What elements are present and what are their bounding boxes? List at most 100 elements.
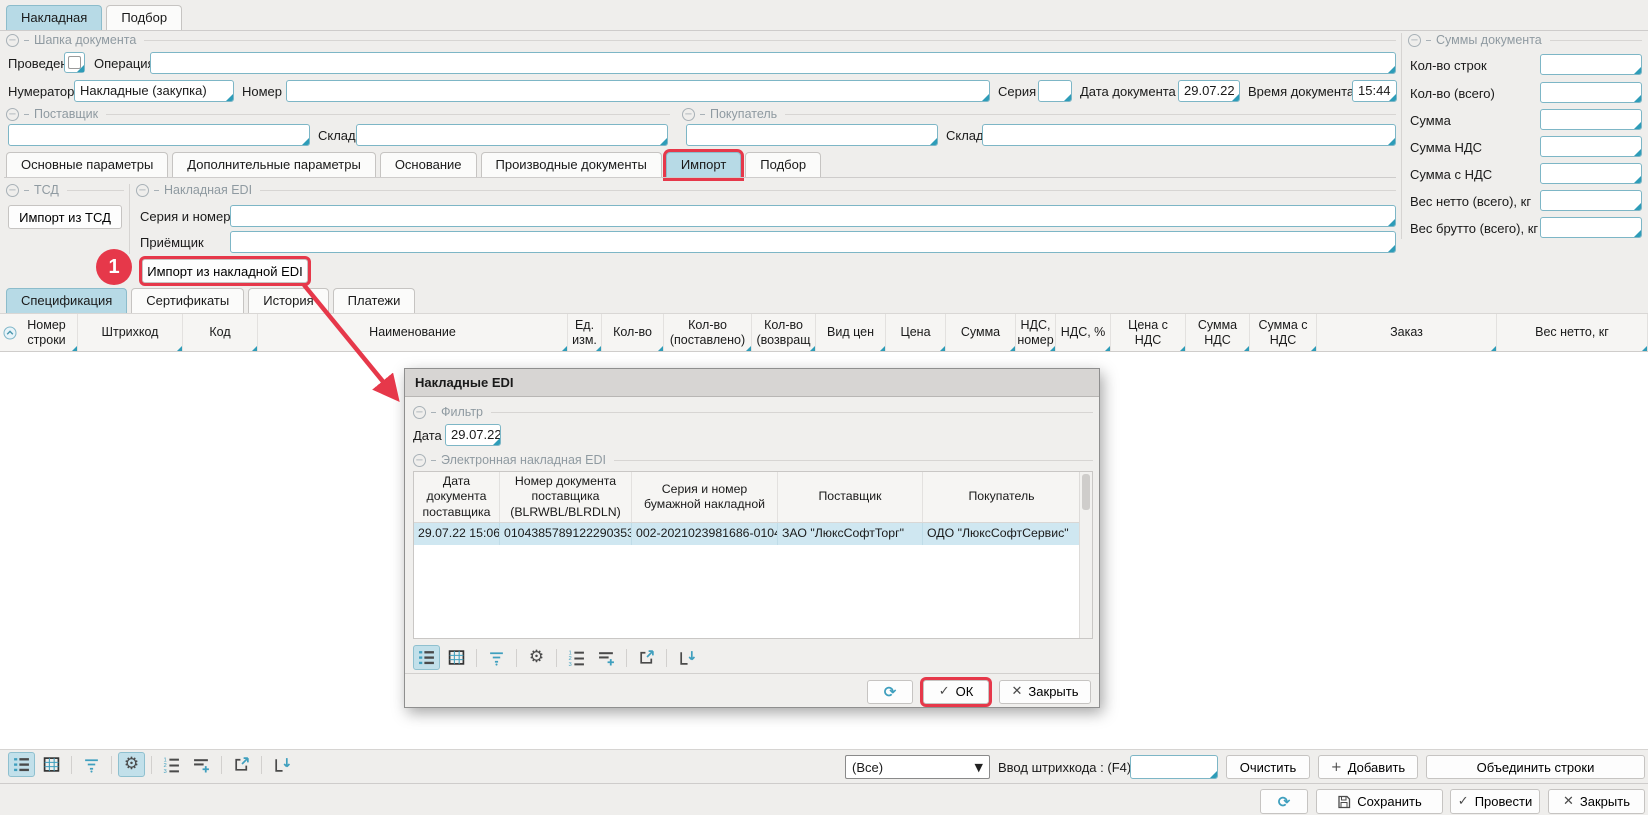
numbered-list-icon[interactable]: 123 (563, 645, 590, 670)
totals-input-vat[interactable] (1540, 136, 1642, 157)
posted-checkbox[interactable] (64, 52, 85, 73)
totals-input-sum[interactable] (1540, 109, 1642, 130)
series-input[interactable] (1038, 80, 1072, 102)
merge-rows-button[interactable]: Объединить строки (1426, 755, 1645, 779)
clear-button[interactable]: Очистить (1226, 755, 1310, 779)
post-button[interactable]: ✓Провести (1450, 789, 1540, 814)
tab-certificates[interactable]: Сертификаты (131, 288, 244, 314)
barcode-input[interactable] (1130, 755, 1218, 779)
column-header-row-number[interactable]: Номер строки (0, 314, 78, 351)
table-grid-icon[interactable] (38, 752, 65, 777)
column-header[interactable]: Покупатель (923, 472, 1081, 522)
collapse-icon[interactable]: − (136, 184, 149, 197)
add-button[interactable]: +Добавить (1318, 755, 1418, 779)
edi-table-row[interactable]: 29.07.22 15:06 0104385789122290353765 00… (414, 523, 1092, 545)
column-header[interactable]: Поставщик (778, 472, 923, 522)
column-header[interactable]: Кол-во (поставлено) (664, 314, 752, 351)
ok-button[interactable]: ✓ОК (923, 680, 989, 704)
table-grid-icon[interactable] (443, 645, 470, 670)
doc-time-input[interactable]: 15:44 (1352, 80, 1397, 102)
tab-derived-docs[interactable]: Производные документы (481, 152, 662, 178)
tab-import[interactable]: Импорт (666, 152, 741, 178)
totals-input-qty[interactable] (1540, 82, 1642, 103)
import-tsd-button[interactable]: Импорт из ТСД (8, 205, 122, 229)
param-tab-divider (4, 177, 1396, 178)
number-input[interactable] (286, 80, 990, 102)
filter-icon[interactable] (78, 752, 105, 777)
column-header[interactable]: Кол-во (602, 314, 664, 351)
column-header[interactable]: Сумма НДС (1186, 314, 1250, 351)
refresh-rows-icon[interactable] (673, 645, 700, 670)
refresh-button[interactable]: ⟳ (1260, 789, 1308, 814)
tab-main-params[interactable]: Основные параметры (6, 152, 168, 178)
tab-basis[interactable]: Основание (380, 152, 477, 178)
list-view-icon[interactable] (8, 752, 35, 777)
operation-input[interactable] (150, 52, 1396, 74)
collapse-icon[interactable]: − (413, 454, 426, 467)
column-header[interactable]: НДС, % (1056, 314, 1111, 351)
refresh-button[interactable]: ⟳ (867, 680, 913, 704)
list-view-icon[interactable] (413, 645, 440, 670)
column-header[interactable]: Дата документа поставщика (414, 472, 500, 522)
collapse-icon[interactable]: − (6, 34, 19, 47)
column-header[interactable]: Цена с НДС (1111, 314, 1186, 351)
tab-extra-params[interactable]: Дополнительные параметры (172, 152, 376, 178)
add-rows-icon[interactable] (593, 645, 620, 670)
close-button[interactable]: ✕Закрыть (1548, 789, 1645, 814)
collapse-icon[interactable]: − (6, 184, 19, 197)
dialog-close-button[interactable]: ✕Закрыть (999, 680, 1091, 704)
collapse-icon[interactable]: − (682, 108, 695, 121)
save-button[interactable]: Сохранить (1316, 789, 1443, 814)
column-header[interactable]: Номер документа поставщика (BLRWBL/BLRDL… (500, 472, 632, 522)
tab-invoice[interactable]: Накладная (6, 5, 102, 31)
numerator-input[interactable]: Накладные (закупка) (74, 80, 234, 102)
column-header[interactable]: Сумма (946, 314, 1016, 351)
scrollbar-thumb[interactable] (1082, 474, 1090, 510)
column-header[interactable]: Штрихкод (78, 314, 183, 351)
buyer-input[interactable] (686, 124, 938, 146)
column-header[interactable]: Кол-во (возвращ (752, 314, 816, 351)
tab-pick-2[interactable]: Подбор (745, 152, 821, 178)
column-header[interactable]: Вес нетто, кг (1497, 314, 1648, 351)
filter-icon[interactable] (483, 645, 510, 670)
column-header[interactable]: Заказ (1317, 314, 1497, 351)
sort-icon[interactable] (3, 326, 17, 340)
supplier-input[interactable] (8, 124, 310, 146)
price-filter-select[interactable]: (Все) ▼ (845, 755, 990, 779)
totals-input-gross[interactable] (1540, 217, 1642, 238)
column-header[interactable]: Код (183, 314, 258, 351)
filter-date-input[interactable]: 29.07.22 (445, 424, 501, 446)
totals-input-net[interactable] (1540, 190, 1642, 211)
column-header[interactable]: НДС, номер (1016, 314, 1056, 351)
open-window-icon[interactable] (228, 752, 255, 777)
import-edi-button[interactable]: Импорт из накладной EDI (142, 259, 308, 283)
tab-specification[interactable]: Спецификация (6, 288, 127, 314)
totals-input-sum-vat[interactable] (1540, 163, 1642, 184)
supplier-warehouse-input[interactable] (356, 124, 668, 146)
scrollbar[interactable] (1079, 472, 1092, 638)
edi-series-input[interactable] (230, 205, 1396, 227)
column-header[interactable]: Серия и номер бумажной накладной (632, 472, 778, 522)
doc-date-input[interactable]: 29.07.22 (1178, 80, 1240, 102)
collapse-icon[interactable]: − (1408, 34, 1421, 47)
tab-payments[interactable]: Платежи (333, 288, 416, 314)
add-rows-icon[interactable] (188, 752, 215, 777)
column-header[interactable]: Сумма с НДС (1250, 314, 1317, 351)
column-header[interactable]: Цена (886, 314, 946, 351)
column-header[interactable]: Наименование (258, 314, 568, 351)
save-icon (1337, 795, 1351, 809)
open-window-icon[interactable] (633, 645, 660, 670)
settings-gear-icon[interactable]: ⚙ (118, 752, 145, 777)
tab-pick[interactable]: Подбор (106, 5, 182, 31)
settings-gear-icon[interactable]: ⚙ (523, 645, 550, 670)
totals-input-rows[interactable] (1540, 54, 1642, 75)
tab-history[interactable]: История (248, 288, 328, 314)
buyer-warehouse-input[interactable] (982, 124, 1396, 146)
numbered-list-icon[interactable]: 123 (158, 752, 185, 777)
column-header[interactable]: Вид цен (816, 314, 886, 351)
collapse-icon[interactable]: − (6, 108, 19, 121)
column-header[interactable]: Ед. изм. (568, 314, 602, 351)
refresh-rows-icon[interactable] (268, 752, 295, 777)
collapse-icon[interactable]: − (413, 406, 426, 419)
edi-receiver-input[interactable] (230, 231, 1396, 253)
